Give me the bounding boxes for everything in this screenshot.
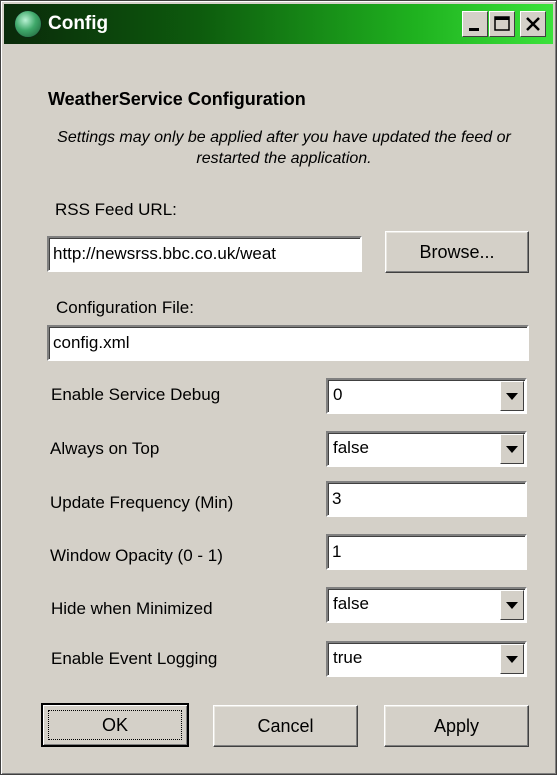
hide-minimized-dropdown-button[interactable] (500, 590, 524, 620)
window-title: Config (48, 13, 109, 34)
rss-feed-url-label: RSS Feed URL: (55, 200, 177, 219)
apply-button-label: Apply (433, 716, 480, 736)
event-logging-value: true (333, 648, 363, 667)
title-bar[interactable]: Config (4, 4, 553, 44)
chevron-down-icon (506, 446, 518, 453)
cancel-button[interactable]: Cancel (213, 705, 358, 747)
always-on-top-dropdown-button[interactable] (500, 434, 524, 464)
service-debug-select[interactable]: 0 (326, 378, 527, 414)
service-debug-label: Enable Service Debug (51, 385, 221, 404)
service-debug-dropdown-button[interactable] (500, 381, 524, 411)
browse-button[interactable]: Browse... (385, 231, 529, 273)
event-logging-label: Enable Event Logging (51, 649, 218, 668)
update-frequency-label: Update Frequency (Min) (50, 493, 234, 512)
settings-note: Settings may only be applied after you h… (57, 129, 511, 167)
maximize-button[interactable] (489, 11, 515, 37)
minimize-icon (469, 28, 479, 31)
apply-button[interactable]: Apply (384, 705, 529, 747)
hide-minimized-value: false (333, 594, 369, 613)
window-opacity-input[interactable]: 1 (326, 534, 527, 570)
service-debug-value: 0 (333, 385, 343, 404)
ok-button-label: OK (101, 715, 128, 735)
config-window: Config WeatherService Configuration Sett… (0, 0, 557, 775)
minimize-button[interactable] (462, 11, 488, 37)
chevron-down-icon (506, 393, 518, 400)
hide-minimized-select[interactable]: false (326, 587, 527, 623)
cancel-button-label: Cancel (257, 716, 314, 736)
chevron-down-icon (506, 656, 518, 663)
browse-button-label: Browse... (419, 242, 495, 262)
close-button[interactable] (520, 11, 546, 37)
chevron-down-icon (506, 602, 518, 609)
window-opacity-label: Window Opacity (0 - 1) (50, 546, 223, 565)
event-logging-dropdown-button[interactable] (500, 644, 524, 674)
app-globe-icon (14, 10, 42, 38)
config-file-label: Configuration File: (56, 298, 194, 317)
always-on-top-value: false (333, 438, 369, 457)
hide-minimized-label: Hide when Minimized (51, 599, 213, 618)
always-on-top-label: Always on Top (50, 439, 160, 458)
update-frequency-input[interactable]: 3 (326, 481, 527, 517)
event-logging-select[interactable]: true (326, 641, 527, 677)
maximize-icon (494, 16, 510, 31)
rss-feed-url-input[interactable]: http://newsrss.bbc.co.uk/weat (47, 236, 362, 272)
always-on-top-select[interactable]: false (326, 431, 527, 467)
config-file-input[interactable]: config.xml (47, 325, 529, 361)
ok-button[interactable]: OK (41, 703, 189, 747)
close-icon (526, 17, 540, 31)
page-title: WeatherService Configuration (48, 89, 306, 109)
